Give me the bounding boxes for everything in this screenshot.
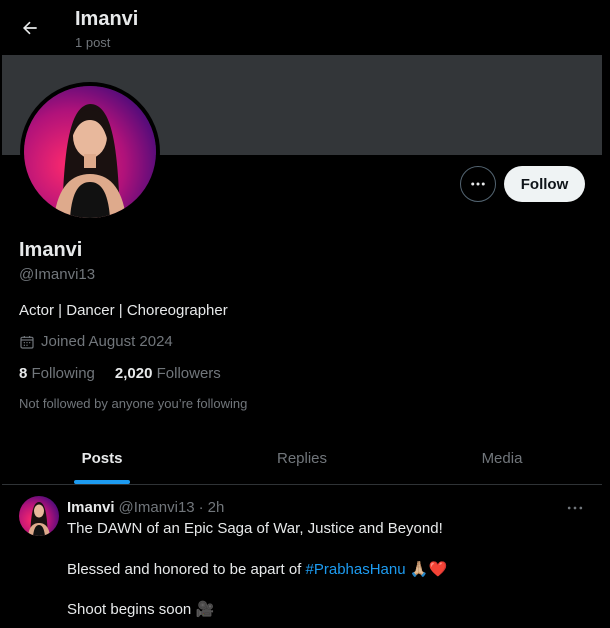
followers-link[interactable]: 2,020 Followers [115,365,221,382]
more-icon [567,506,583,510]
tab-replies[interactable]: Replies [202,433,402,484]
profile-handle: @Imanvi13 [19,266,96,283]
post-avatar-photo [19,496,59,536]
joined-text: Joined August 2024 [41,333,173,350]
post-author-name[interactable]: Imanvi [67,499,115,516]
post-avatar[interactable] [19,496,59,536]
tab-replies-label: Replies [276,450,328,467]
post-text-line-1: The DAWN of an Epic Saga of War, Justice… [67,520,443,537]
not-followed-note: Not followed by anyone you’re following [19,396,248,411]
follow-stats: 8 Following 2,020 Followers [19,365,221,382]
followers-label: Followers [156,365,221,382]
post-more-button[interactable] [565,498,585,518]
following-label: Following [31,365,95,382]
more-options-button[interactable] [460,166,496,202]
post-count: 1 post [75,35,111,50]
post-text-line-3: Shoot begins soon 🎥 [67,600,214,618]
post-text-line-2: Blessed and honored to be apart of #Prab… [67,560,447,578]
tab-posts[interactable]: Posts [2,433,202,484]
back-arrow-icon [23,21,37,35]
profile-name: Imanvi [19,239,83,261]
tab-media-label: Media [481,450,523,467]
post-time[interactable]: 2h [208,499,225,516]
follow-button[interactable]: Follow [504,166,585,202]
tab-posts-label: Posts [81,450,123,467]
following-count: 8 [19,365,28,382]
post-header: Imanvi @Imanvi13 · 2h [67,499,224,516]
post-text-line-2-text: Blessed and honored to be apart of [67,561,306,578]
top-bar: Imanvi 1 post [0,0,610,55]
profile-tabs: Posts Replies Media [2,433,602,485]
following-link[interactable]: 8 Following [19,365,95,382]
active-tab-indicator [74,480,130,484]
profile-avatar[interactable] [20,82,160,222]
post-item[interactable]: Imanvi @Imanvi13 · 2h The DAWN of an Epi… [2,486,602,628]
avatar-photo [24,86,156,218]
back-button[interactable] [14,12,46,44]
hashtag-link[interactable]: #PrabhasHanu [306,561,406,578]
followers-count: 2,020 [114,365,153,382]
header-title: Imanvi [75,8,139,30]
joined-date: Joined August 2024 [19,333,173,350]
emoji-camera: 🎥 [195,601,215,618]
more-icon [471,182,485,186]
post-author-handle[interactable]: @Imanvi13 [119,499,195,516]
post-separator: · [198,499,204,516]
post-text-line-3-text: Shoot begins soon [67,601,196,618]
calendar-icon [20,335,34,349]
tab-media[interactable]: Media [402,433,602,484]
profile-bio: Actor | Dancer | Choreographer [19,302,228,319]
emoji-pray-heart: 🙏🏼❤️ [409,561,448,578]
